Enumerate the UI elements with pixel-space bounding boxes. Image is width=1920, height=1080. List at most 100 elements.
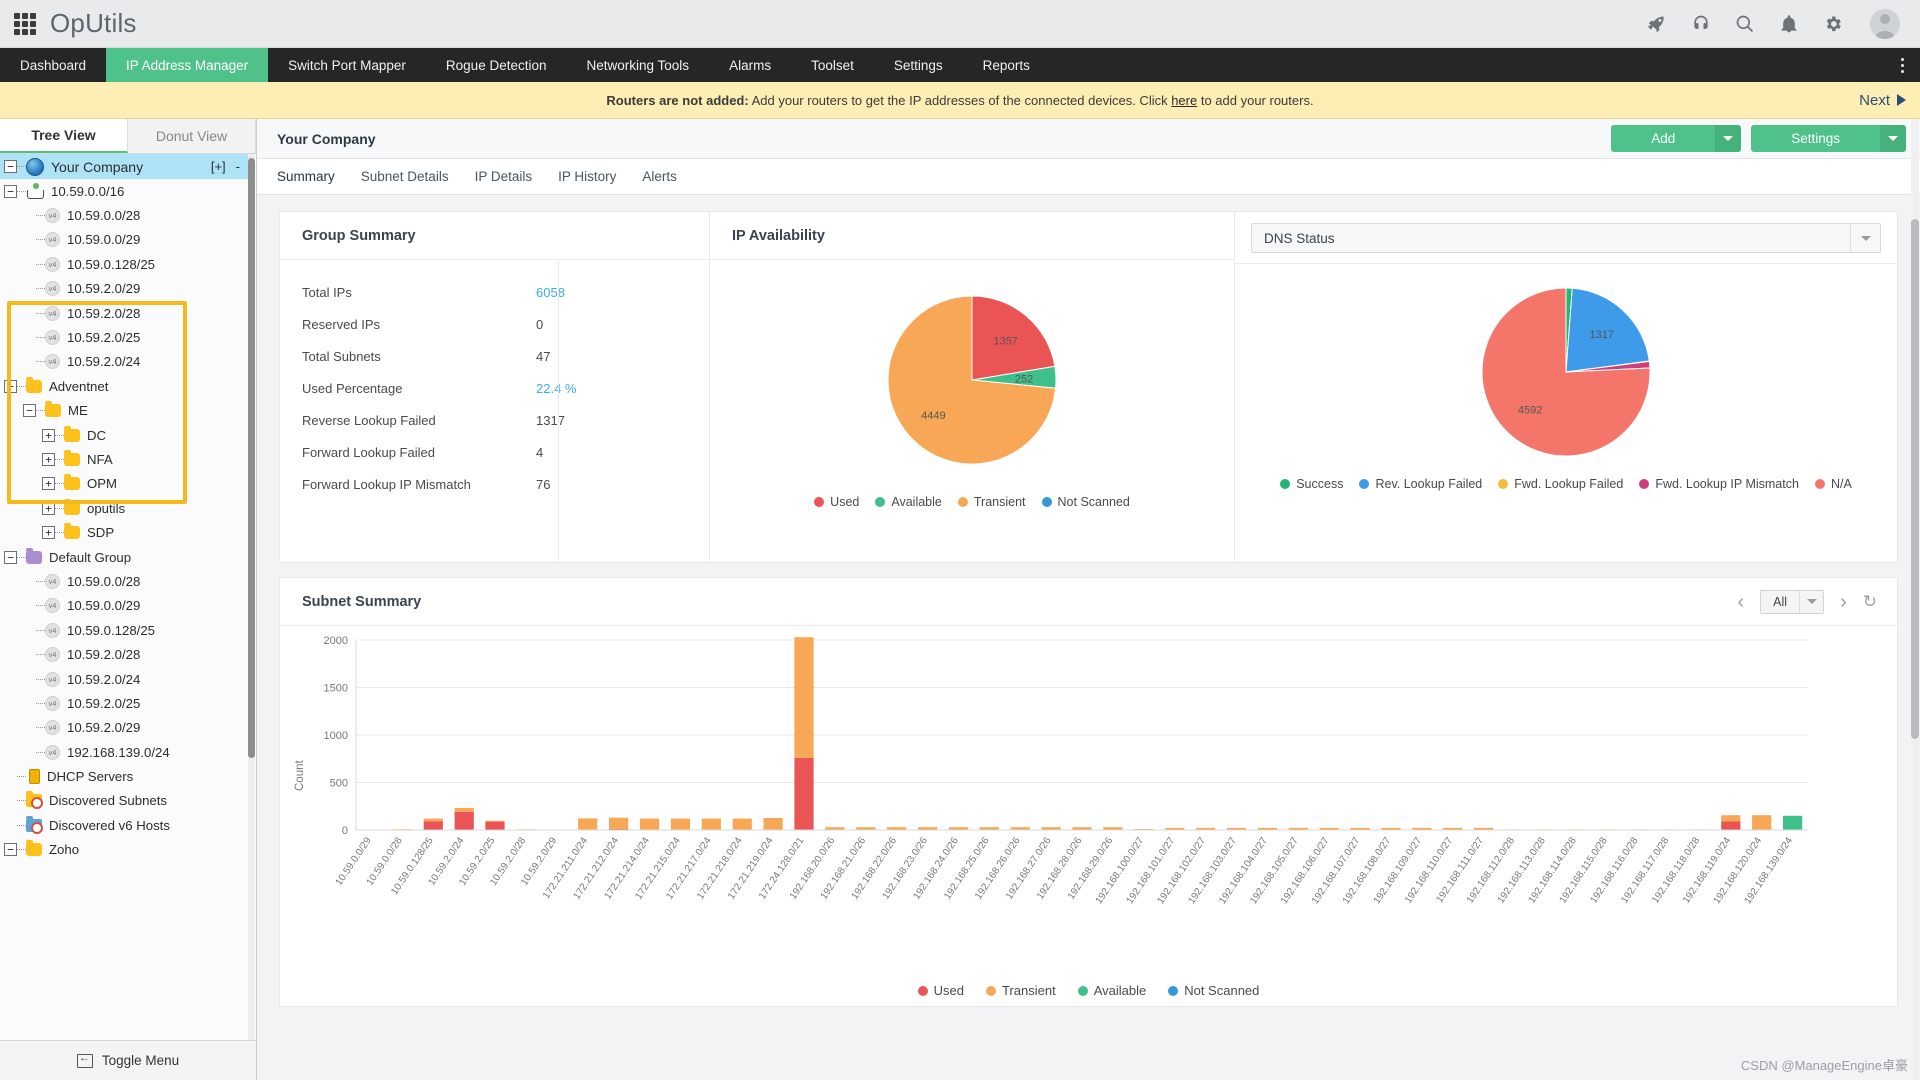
- nav-item-switch-port-mapper[interactable]: Switch Port Mapper: [268, 48, 426, 82]
- nav-item-ip-address-manager[interactable]: IP Address Manager: [106, 48, 268, 82]
- bar-segment[interactable]: [764, 818, 783, 830]
- tree-node-zoho[interactable]: −Zoho: [0, 838, 248, 862]
- tree-node-10-59-0-0-29[interactable]: v410.59.0.0/29: [0, 594, 248, 618]
- gear-icon[interactable]: [1822, 13, 1844, 35]
- tree-node-10-59-2-0-24[interactable]: v410.59.2.0/24: [0, 667, 248, 691]
- add-button[interactable]: Add: [1611, 125, 1715, 152]
- summary-value[interactable]: 6058: [536, 285, 565, 300]
- tab-summary[interactable]: Summary: [277, 169, 335, 184]
- sidebar-tab-tree-view[interactable]: Tree View: [0, 119, 128, 153]
- tree-node-toggle[interactable]: −: [4, 185, 17, 198]
- bar-segment[interactable]: [424, 821, 443, 830]
- tree-node-10-59-2-0-24[interactable]: v410.59.2.0/24: [0, 350, 248, 374]
- banner-next-button[interactable]: Next: [1859, 82, 1906, 118]
- tree-node-toggle[interactable]: +: [42, 429, 55, 442]
- nav-item-networking-tools[interactable]: Networking Tools: [567, 48, 710, 82]
- tree-scrollbar-thumb[interactable]: [248, 158, 255, 758]
- legend-item-fwd-lookup-ip-mismatch[interactable]: Fwd. Lookup IP Mismatch: [1639, 477, 1799, 491]
- legend-item-used[interactable]: Used: [918, 983, 964, 998]
- legend-item-transient[interactable]: Transient: [986, 983, 1056, 998]
- tree-node-10-59-0-0-28[interactable]: v410.59.0.0/28: [0, 569, 248, 593]
- legend-item-used[interactable]: Used: [814, 495, 859, 509]
- search-icon[interactable]: [1734, 13, 1756, 35]
- legend-item-not-scanned[interactable]: Not Scanned: [1168, 983, 1259, 998]
- tree-node-discovered-v6-hosts[interactable]: Discovered v6 Hosts: [0, 813, 248, 837]
- bar-segment[interactable]: [1721, 815, 1740, 821]
- nav-item-reports[interactable]: Reports: [963, 48, 1050, 82]
- refresh-icon[interactable]: ↻: [1863, 592, 1877, 612]
- dns-status-select[interactable]: DNS Status: [1251, 223, 1881, 253]
- add-button-group[interactable]: Add: [1611, 125, 1741, 152]
- tree-node-toggle[interactable]: −: [23, 404, 36, 417]
- tree-node-dc[interactable]: +DC: [0, 423, 248, 447]
- bar-segment[interactable]: [455, 808, 474, 812]
- tree-node-opm[interactable]: +OPM: [0, 472, 248, 496]
- legend-item-available[interactable]: Available: [875, 495, 942, 509]
- legend-item-n-a[interactable]: N/A: [1815, 477, 1852, 491]
- bar-segment[interactable]: [455, 812, 474, 830]
- tree-node-10-59-2-0-25[interactable]: v410.59.2.0/25: [0, 325, 248, 349]
- tree-node-me[interactable]: −ME: [0, 399, 248, 423]
- page-size-dropdown-toggle[interactable]: [1799, 591, 1823, 613]
- prev-page-button[interactable]: ‹: [1738, 592, 1745, 612]
- tree-node-192-168-139-0-24[interactable]: v4192.168.139.0/24: [0, 740, 248, 764]
- legend-item-available[interactable]: Available: [1078, 983, 1147, 998]
- tree-node-toggle[interactable]: +: [42, 502, 55, 515]
- apps-grid-icon[interactable]: [14, 13, 36, 35]
- collapse-all-button[interactable]: -: [236, 159, 240, 174]
- tree-node-10-59-0-0-28[interactable]: v410.59.0.0/28: [0, 203, 248, 227]
- tab-alerts[interactable]: Alerts: [642, 169, 677, 184]
- tree-node-10-59-0-128-25[interactable]: v410.59.0.128/25: [0, 252, 248, 276]
- tree-node-sdp[interactable]: +SDP: [0, 520, 248, 544]
- toggle-menu-button[interactable]: Toggle Menu: [0, 1040, 256, 1080]
- sidebar-tab-donut-view[interactable]: Donut View: [128, 119, 256, 153]
- main-scrollbar-thumb[interactable]: [1911, 219, 1919, 739]
- settings-button-group[interactable]: Settings: [1751, 125, 1906, 152]
- tree-node-discovered-subnets[interactable]: Discovered Subnets: [0, 789, 248, 813]
- headset-icon[interactable]: [1690, 13, 1712, 35]
- expand-all-button[interactable]: [+]: [211, 159, 226, 174]
- tree-node-10-59-0-0-29[interactable]: v410.59.0.0/29: [0, 228, 248, 252]
- tree-node-10-59-0-128-25[interactable]: v410.59.0.128/25: [0, 618, 248, 642]
- nav-item-alarms[interactable]: Alarms: [709, 48, 791, 82]
- tree-node-toggle[interactable]: +: [42, 453, 55, 466]
- avatar[interactable]: [1870, 9, 1900, 39]
- tree-node-nfa[interactable]: +NFA: [0, 447, 248, 471]
- bar-segment[interactable]: [485, 822, 504, 830]
- bar-segment[interactable]: [794, 758, 813, 830]
- bar-segment[interactable]: [578, 818, 597, 830]
- legend-item-transient[interactable]: Transient: [958, 495, 1026, 509]
- dns-status-pie[interactable]: 13174592: [1416, 272, 1716, 477]
- legend-item-not-scanned[interactable]: Not Scanned: [1042, 495, 1130, 509]
- bar-segment[interactable]: [609, 818, 628, 829]
- settings-dropdown-toggle[interactable]: [1880, 125, 1906, 152]
- subnet-summary-bar-chart[interactable]: 050010001500200010.59.0.0/2910.59.0.0/28…: [298, 626, 1828, 966]
- summary-value[interactable]: 22.4 %: [536, 381, 576, 396]
- bar-segment[interactable]: [702, 819, 721, 830]
- tree-node-toggle[interactable]: −: [4, 380, 17, 393]
- legend-item-success[interactable]: Success: [1280, 477, 1343, 491]
- tree-node-10-59-2-0-29[interactable]: v410.59.2.0/29: [0, 277, 248, 301]
- bell-icon[interactable]: [1778, 13, 1800, 35]
- tab-subnet-details[interactable]: Subnet Details: [361, 169, 449, 184]
- banner-link[interactable]: here: [1171, 93, 1197, 108]
- tree-node-oputils[interactable]: +oputils: [0, 496, 248, 520]
- legend-item-rev-lookup-failed[interactable]: Rev. Lookup Failed: [1359, 477, 1482, 491]
- tree-node-toggle[interactable]: −: [4, 551, 17, 564]
- tree-node-10-59-2-0-28[interactable]: v410.59.2.0/28: [0, 642, 248, 666]
- add-dropdown-toggle[interactable]: [1715, 125, 1741, 152]
- tab-ip-history[interactable]: IP History: [558, 169, 616, 184]
- rocket-icon[interactable]: [1646, 13, 1668, 35]
- bar-segment[interactable]: [1752, 815, 1771, 830]
- tab-ip-details[interactable]: IP Details: [475, 169, 533, 184]
- next-page-button[interactable]: ›: [1840, 592, 1847, 612]
- tree-node-10-59-2-0-29[interactable]: v410.59.2.0/29: [0, 716, 248, 740]
- dns-status-dropdown-toggle[interactable]: [1850, 224, 1880, 252]
- legend-item-fwd-lookup-failed[interactable]: Fwd. Lookup Failed: [1498, 477, 1623, 491]
- tree-node-default-group[interactable]: −Default Group: [0, 545, 248, 569]
- tree-root-toggle[interactable]: −: [4, 160, 17, 173]
- tree-node-10-59-2-0-25[interactable]: v410.59.2.0/25: [0, 691, 248, 715]
- tree-node-10-59-0-0-16[interactable]: −10.59.0.0/16: [0, 179, 248, 203]
- tree-node-toggle[interactable]: +: [42, 477, 55, 490]
- nav-item-settings[interactable]: Settings: [874, 48, 963, 82]
